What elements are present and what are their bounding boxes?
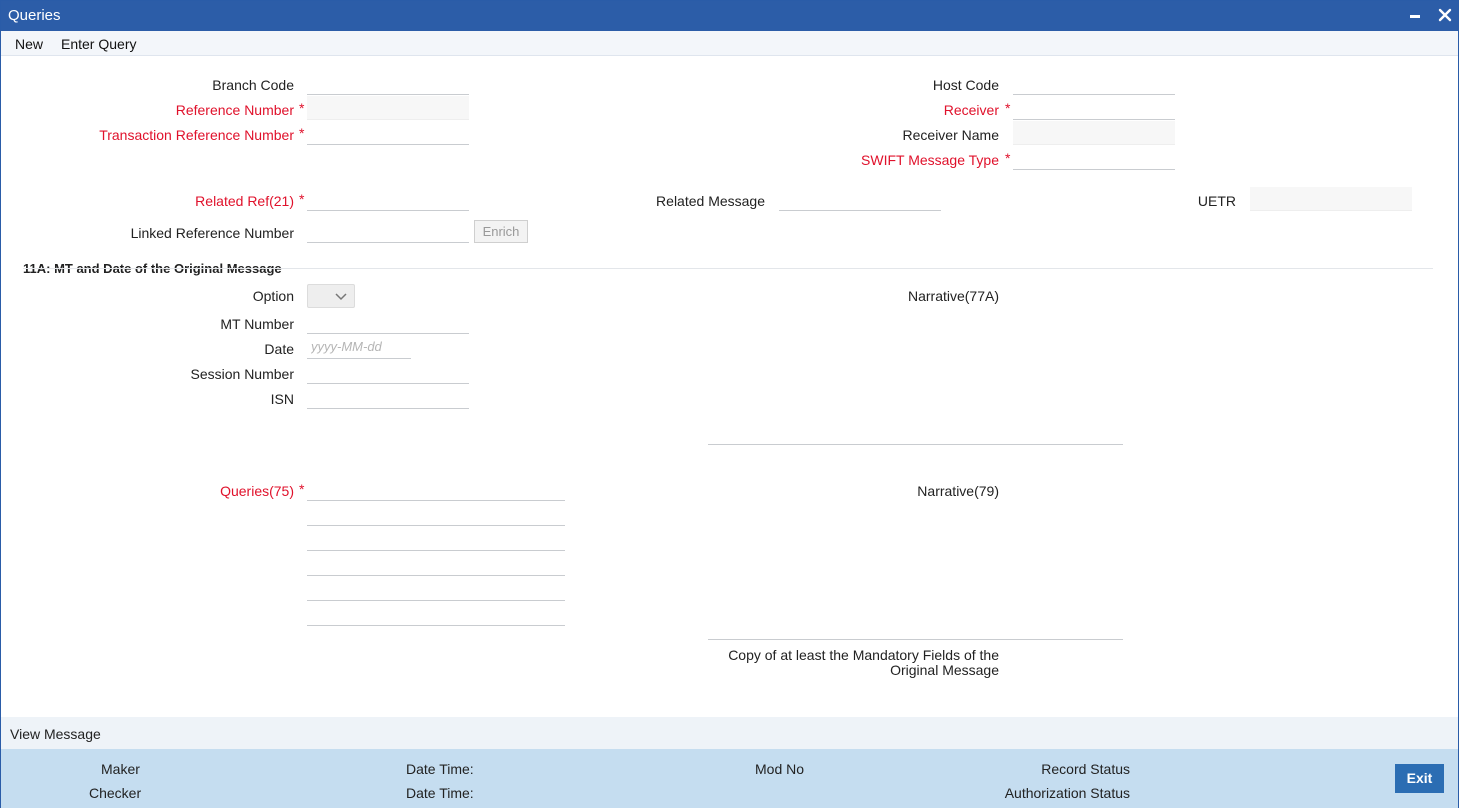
required-mark: * <box>299 191 305 207</box>
view-message-link[interactable]: View Message <box>10 726 101 742</box>
enrich-button[interactable]: Enrich <box>474 220 528 243</box>
checker-date-time-label: Date Time: <box>406 785 474 801</box>
isn-input[interactable] <box>307 385 469 409</box>
checker-label: Checker <box>89 785 142 801</box>
view-message-bar: View Message <box>1 717 1458 749</box>
close-icon[interactable] <box>1436 6 1454 24</box>
authorization-status-label: Authorization Status <box>1004 785 1130 801</box>
required-mark: * <box>1005 100 1011 116</box>
minimize-icon[interactable] <box>1407 6 1425 24</box>
required-mark: * <box>299 481 305 497</box>
receiver-name-input <box>1013 121 1175 145</box>
window-title: Queries <box>8 7 61 24</box>
queries-75-line-1[interactable] <box>307 477 565 501</box>
isn-label: ISN <box>270 391 294 407</box>
session-number-label: Session Number <box>190 366 295 382</box>
date-input[interactable] <box>307 335 411 359</box>
date-label: Date <box>264 341 294 357</box>
uetr-label: UETR <box>1197 193 1236 209</box>
option-select[interactable] <box>307 284 355 308</box>
chevron-down-icon <box>335 293 347 301</box>
swift-message-type-label: SWIFT Message Type <box>861 152 999 168</box>
branch-code-input[interactable] <box>307 71 469 95</box>
required-mark: * <box>299 125 305 141</box>
narrative-79-textarea[interactable] <box>708 639 1123 640</box>
related-message-label: Related Message <box>656 193 765 209</box>
related-ref-label: Related Ref(21) <box>195 193 294 209</box>
queries-75-line-3[interactable] <box>307 527 565 551</box>
copy-mandatory-fields-label-line2: Original Message <box>890 662 999 678</box>
queries-75-line-6[interactable] <box>307 602 565 626</box>
reference-number-input <box>307 96 469 120</box>
queries-window: Queries New Enter Query Branch Code Refe… <box>0 0 1459 808</box>
maker-date-time-label: Date Time: <box>406 761 474 777</box>
mt-number-label: MT Number <box>220 316 294 332</box>
receiver-label: Receiver <box>943 102 999 118</box>
related-message-input[interactable] <box>779 187 941 211</box>
branch-code-label: Branch Code <box>212 77 294 93</box>
transaction-reference-number-input[interactable] <box>307 121 469 145</box>
section-divider <box>23 268 1433 269</box>
audit-bar <box>1 749 1458 808</box>
exit-button[interactable]: Exit <box>1395 764 1444 793</box>
narrative-79-label: Narrative(79) <box>917 483 999 499</box>
queries-75-line-4[interactable] <box>307 552 565 576</box>
narrative-77a-textarea[interactable] <box>708 444 1123 445</box>
session-number-input[interactable] <box>307 360 469 384</box>
new-menu-item[interactable]: New <box>15 36 43 52</box>
receiver-input[interactable] <box>1013 96 1175 120</box>
mt-number-input[interactable] <box>307 310 469 334</box>
required-mark: * <box>1005 150 1011 166</box>
linked-reference-number-input[interactable] <box>307 219 469 243</box>
enter-query-menu-item[interactable]: Enter Query <box>61 36 136 52</box>
mod-no-label: Mod No <box>755 761 805 777</box>
required-mark: * <box>299 100 305 116</box>
related-ref-input[interactable] <box>307 187 469 211</box>
title-bar: Queries <box>1 1 1458 31</box>
transaction-reference-number-label: Transaction Reference Number <box>99 127 294 143</box>
menu-bar: New Enter Query <box>1 31 1458 56</box>
narrative-77a-label: Narrative(77A) <box>907 288 999 304</box>
option-label: Option <box>252 288 294 304</box>
linked-reference-number-label: Linked Reference Number <box>130 225 294 241</box>
swift-message-type-input[interactable] <box>1013 146 1175 170</box>
record-status-label: Record Status <box>1041 761 1130 777</box>
host-code-input[interactable] <box>1013 71 1175 95</box>
host-code-label: Host Code <box>932 77 999 93</box>
maker-label: Maker <box>101 761 140 777</box>
queries-75-line-5[interactable] <box>307 577 565 601</box>
queries-75-line-2[interactable] <box>307 502 565 526</box>
uetr-input <box>1250 187 1412 211</box>
copy-mandatory-fields-label-line1: Copy of at least the Mandatory Fields of… <box>728 647 999 663</box>
receiver-name-label: Receiver Name <box>902 127 999 143</box>
reference-number-label: Reference Number <box>175 102 294 118</box>
queries-75-label: Queries(75) <box>220 483 294 499</box>
